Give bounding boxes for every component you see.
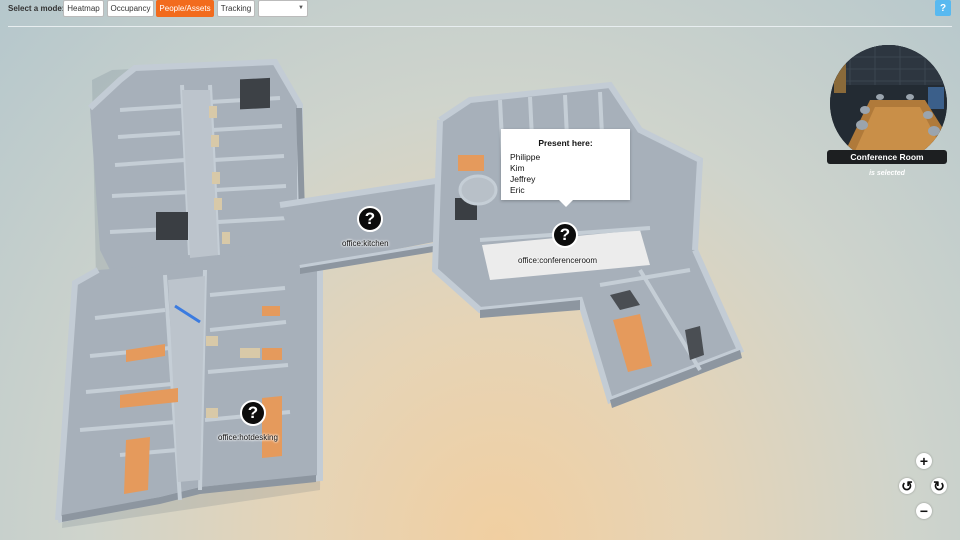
zoom-in-button[interactable]: + [916, 453, 932, 469]
kitchen-marker-question-icon[interactable]: ? [357, 206, 383, 232]
presence-popup: Present here: Philippe Kim Jeffrey Eric [501, 129, 630, 207]
selected-room-name: Conference Room [827, 150, 947, 164]
person-item: Philippe [510, 152, 541, 162]
person-item: Eric [510, 185, 525, 195]
hotdesking-marker-label: office:hotdesking [218, 433, 278, 442]
hotdesking-marker-question-icon[interactable]: ? [240, 400, 266, 426]
popup-title: Present here: [538, 138, 593, 148]
west-wing [55, 58, 323, 523]
room-preview-image [830, 45, 947, 162]
floor-plan-3d[interactable] [0, 0, 960, 540]
conferenceroom-marker-question-icon[interactable]: ? [552, 222, 578, 248]
zoom-out-button[interactable]: − [916, 503, 932, 519]
person-item: Kim [510, 163, 525, 173]
people-list: Philippe Kim Jeffrey Eric [510, 152, 621, 196]
rotate-right-button[interactable]: ↻ [931, 478, 947, 494]
kitchen-marker-label: office:kitchen [342, 239, 389, 248]
selected-room-status: is selected [869, 170, 905, 177]
rotate-left-button[interactable]: ↺ [899, 478, 915, 494]
conferenceroom-marker-label: office:conferenceroom [518, 256, 598, 265]
person-item: Jeffrey [510, 174, 536, 184]
